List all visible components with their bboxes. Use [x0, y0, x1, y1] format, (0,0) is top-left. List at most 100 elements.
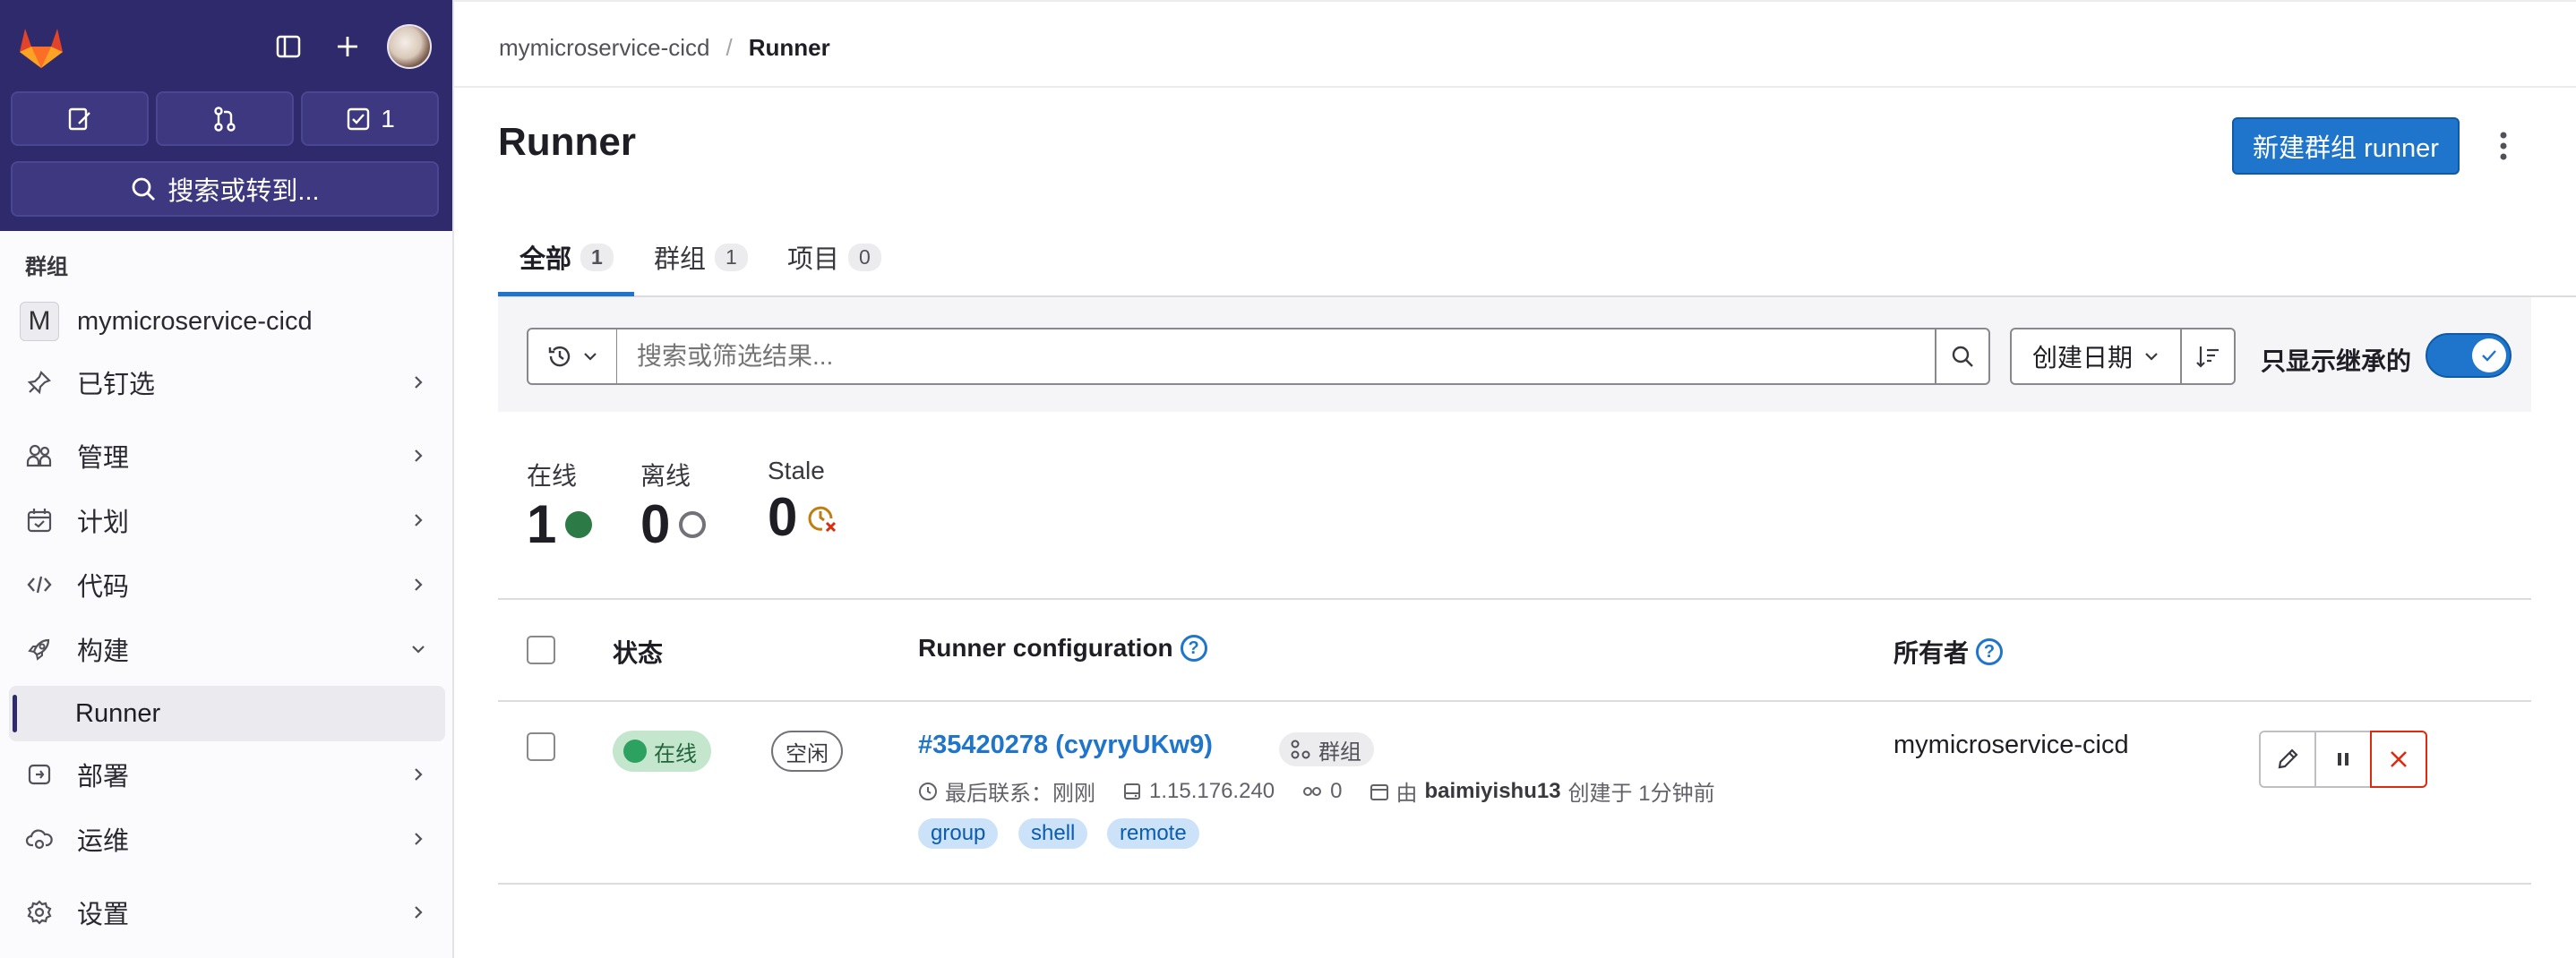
sidebar-item-plan[interactable]: 计划 — [9, 492, 445, 548]
sidebar-item-manage[interactable]: 管理 — [9, 428, 445, 483]
tab-label: 全部 — [519, 245, 572, 274]
history-icon — [548, 346, 571, 367]
sidebar-item-deploy[interactable]: 部署 — [9, 747, 445, 802]
sidebar-search-label: 搜索或转到... — [167, 177, 320, 206]
sidebar: 1 搜索或转到... 群组 M mymicroservice-cicd 已钉选 … — [0, 0, 454, 958]
runner-tabs: 全部 1 群组 1 项目 0 — [498, 215, 2576, 297]
pause-runner-button[interactable] — [2314, 731, 2372, 788]
sidebar-item-label: 已钉选 — [77, 371, 156, 399]
calendar-icon — [1370, 783, 1388, 800]
chevron-down-icon — [2145, 353, 2158, 361]
stat-offline: 离线 0 — [640, 457, 708, 552]
pause-icon — [2338, 753, 2348, 766]
runner-type-chip: 群组 — [1279, 732, 1374, 766]
sort-lowest-icon — [2196, 346, 2219, 368]
pin-icon — [27, 371, 51, 395]
tab-label: 项目 — [787, 245, 840, 274]
todos-count: 1 — [381, 104, 395, 133]
sidebar-item-settings[interactable]: 设置 — [9, 885, 445, 940]
gitlab-logo[interactable] — [16, 23, 66, 70]
todos-button[interactable]: 1 — [301, 91, 439, 146]
code-icon — [27, 576, 52, 594]
status-badge-idle: 空闲 — [771, 731, 843, 772]
runner-tag: group — [918, 818, 999, 849]
status-offline-icon — [679, 511, 707, 538]
chevron-right-icon — [415, 449, 423, 462]
sort-direction-button[interactable] — [2180, 328, 2236, 385]
delete-runner-button[interactable] — [2370, 731, 2427, 788]
sidebar-item-pinned[interactable]: 已钉选 — [9, 355, 445, 410]
stat-online: 在线 1 — [527, 457, 594, 552]
pipeline-icon — [1303, 786, 1322, 796]
sidebar-subitem-runner[interactable]: Runner — [9, 686, 445, 741]
issues-icon — [68, 107, 90, 130]
search-submit-button[interactable] — [1935, 328, 1990, 385]
column-owner-label: 所有者 — [1893, 639, 1970, 667]
more-actions-icon[interactable] — [2486, 125, 2521, 167]
row-checkbox[interactable] — [527, 732, 555, 761]
sidebar-item-code[interactable]: 代码 — [9, 557, 445, 612]
question-icon[interactable]: ? — [1180, 635, 1207, 662]
sidebar-group-link[interactable]: M mymicroservice-cicd — [9, 294, 445, 349]
breadcrumb-current[interactable]: Runner — [749, 34, 830, 62]
edit-runner-button[interactable] — [2259, 731, 2316, 788]
issues-button[interactable] — [11, 91, 149, 146]
sort-field-dropdown[interactable]: 创建日期 — [2010, 328, 2182, 385]
merge-requests-button[interactable] — [156, 91, 294, 146]
runner-link[interactable]: #35420278 (cyyryUKw9) — [918, 731, 1213, 760]
column-owner: 所有者 ? — [1893, 634, 2004, 670]
plus-icon[interactable] — [330, 29, 365, 64]
created-suffix: 创建于 1分钟前 — [1567, 782, 1715, 806]
sidebar-group-name: mymicroservice-cicd — [77, 306, 313, 336]
status-online-icon — [565, 511, 593, 538]
select-all-checkbox[interactable] — [527, 636, 555, 664]
nav-section-heading: 群组 — [25, 255, 68, 279]
stat-value: 0 — [640, 494, 671, 554]
stat-label: 离线 — [640, 462, 691, 490]
chevron-down-icon — [584, 353, 597, 361]
table-row: 在线 空闲 #35420278 (cyyryUKw9) 群组 最后联系：刚刚 1… — [498, 702, 2531, 885]
avatar[interactable] — [387, 24, 432, 69]
search-history-button[interactable] — [527, 328, 618, 385]
sidebar-search-button[interactable]: 搜索或转到... — [11, 161, 439, 217]
sidebar-item-build[interactable]: 构建 — [9, 621, 445, 677]
active-tab-indicator — [498, 292, 634, 296]
cloud-icon — [25, 829, 53, 850]
pencil-icon — [2278, 748, 2298, 769]
tab-project[interactable]: 项目 0 — [787, 238, 881, 276]
sidebar-item-label: 运维 — [77, 827, 130, 856]
sidebar-item-label: 部署 — [77, 763, 130, 791]
rocket-icon — [28, 638, 50, 661]
last-contact: 最后联系：刚刚 — [945, 782, 1095, 806]
deploy-icon — [28, 764, 51, 785]
question-icon[interactable]: ? — [1976, 638, 2004, 665]
breadcrumb-parent[interactable]: mymicroservice-cicd — [499, 34, 709, 62]
runner-meta: 最后联系：刚刚 1.15.176.240 0 由 baimiyishu13 创建… — [918, 775, 1715, 807]
close-icon — [2391, 751, 2407, 767]
stat-label: Stale — [768, 457, 825, 484]
filter-search-input[interactable] — [616, 328, 1936, 385]
created-by-user[interactable]: baimiyishu13 — [1425, 779, 1561, 804]
sidebar-toggle-icon[interactable] — [270, 29, 306, 64]
sidebar-item-operate[interactable]: 运维 — [9, 811, 445, 867]
merge-request-icon — [214, 106, 236, 132]
top-bar: mymicroservice-cicd / Runner — [454, 0, 2576, 88]
status-online-label: 在线 — [654, 741, 697, 766]
chevron-right-icon — [415, 906, 423, 919]
sidebar-subitem-label: Runner — [75, 698, 161, 728]
tab-count: 0 — [848, 243, 881, 271]
chevron-right-icon — [415, 376, 423, 389]
tab-label: 群组 — [654, 245, 707, 274]
sidebar-item-label: 代码 — [77, 573, 130, 602]
tab-count: 1 — [715, 243, 748, 271]
check-icon — [2482, 350, 2496, 362]
tab-all[interactable]: 全部 1 — [519, 238, 614, 276]
calendar-icon — [27, 509, 52, 533]
clock-icon — [919, 782, 937, 800]
inherited-toggle[interactable] — [2426, 333, 2512, 378]
new-group-runner-button[interactable]: 新建群组 runner — [2232, 117, 2460, 175]
stat-value: 1 — [527, 494, 557, 554]
runner-owner[interactable]: mymicroservice-cicd — [1893, 731, 2129, 760]
tab-group[interactable]: 群组 1 — [654, 238, 748, 276]
runner-ip: 1.15.176.240 — [1149, 778, 1275, 803]
